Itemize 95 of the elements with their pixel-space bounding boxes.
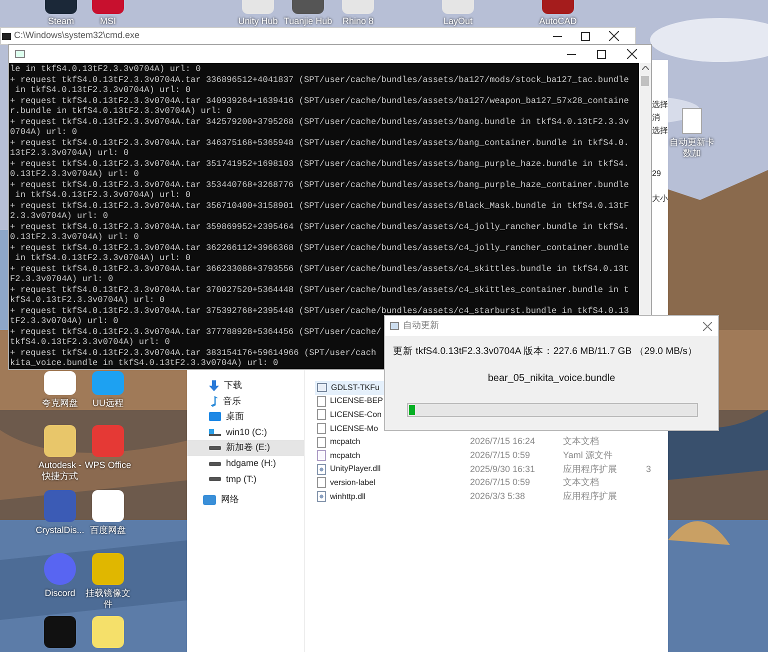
- console-line: tkfS4.0.13tF2.3.3v0704A) url: 0: [10, 337, 170, 348]
- file-row[interactable]: mcpatch 2026/7/15 16:24 文本文档: [315, 435, 668, 449]
- document-icon: [317, 436, 326, 448]
- desktop-icon-label[interactable]: 夸克网盘: [35, 398, 85, 409]
- date-cell-text: 2026/7/15 0:59: [470, 449, 532, 462]
- console-line: F2.3.3v0704A) url: 0: [10, 274, 114, 284]
- type-cell-text: Yaml 源文件: [563, 449, 614, 462]
- console-line: in tkfS4.0.13tF2.3.3v0704A) url: 0: [14, 190, 190, 200]
- console-line: kfS4.0.13tF2.3.3v0704A) url: 0: [10, 295, 165, 306]
- desktop-icon-label[interactable]: CrystalDis...: [35, 525, 85, 536]
- console-line: + request tkfS4.0.13tF2.3.3v0704A.tar 353440768+3268776 (SPT/user/cache/bundles/assets/bang_purple_haze_container.bundle: [10, 180, 629, 190]
- console-line: + request tkfS4.0.13tF2.3.3v0704A.tar 383154176+59614966 (SPT/user/cach: [10, 348, 376, 358]
- console-line: le in tkfS4.0.13tF2.3.3v0704A) url: 0: [10, 64, 201, 74]
- ribbon-label[interactable]: 消: [652, 113, 660, 123]
- close-icon[interactable]: [627, 49, 637, 59]
- terminal-icon: [15, 50, 25, 58]
- console-line: + request tkfS4.0.13tF2.3.3v0704A.tar 362266112+3966368 (SPT/user/cache/bundles/assets/c4_jolly_rancher_container.bundle: [10, 242, 629, 253]
- desktop-icon-label[interactable]: UU远程: [83, 398, 133, 409]
- type-cell-text: 应用程序扩展: [563, 462, 618, 476]
- file-row[interactable]: winhttp.dll 2026/3/3 5:38 应用程序扩展: [315, 490, 668, 504]
- type-cell-text: 文本文档: [563, 476, 600, 490]
- scroll-up-icon[interactable]: [642, 66, 648, 70]
- console-line: + request tkfS4.0.13tF2.3.3v0704A.tar 340939264+1639416 (SPT/user/cache/bundles/assets/ba127/weapon_ba127_57x28_containe: [10, 96, 629, 106]
- app-icon[interactable]: [44, 371, 76, 395]
- nav-item[interactable]: 新加卷 (E:): [187, 440, 304, 456]
- document-icon: [317, 423, 326, 434]
- file-row[interactable]: version-label 2026/7/15 0:59 文本文档: [315, 476, 668, 490]
- date-cell-text: 2025/9/30 16:31: [470, 462, 536, 476]
- console-line: + request tkfS4.0.13tF2.3.3v0704A.tar 366233088+3793556 (SPT/user/cache/bundles/assets/c4_skittles.bundle in tkfS4.0.13t: [10, 264, 629, 274]
- nav-item[interactable]: 网络: [187, 492, 304, 508]
- terminal-icon: [2, 32, 11, 40]
- document-icon: [317, 396, 326, 407]
- console-line: 2.3.3v0704A) url: 0: [10, 211, 108, 222]
- console-line: + request tkfS4.0.13tF2.3.3v0704A.tar 370027520+5364448 (SPT/user/cache/bundles/assets/c4_skittles_container.bundle in t: [10, 284, 629, 295]
- gear-file-icon: [317, 491, 326, 502]
- desktop-icon-label[interactable]: 挂载镜像文件: [83, 588, 133, 610]
- app-icon[interactable]: [92, 490, 124, 522]
- window-title: C:\Windows\system32\cmd.exe: [14, 29, 140, 42]
- nav-item[interactable]: tmp (T:): [187, 472, 304, 488]
- console-line: kita_voice.bundle in tkfS4.0.13tF2.3.3v0704A) url: 0: [10, 358, 278, 368]
- console-line: + request tkfS4.0.13tF2.3.3v0704A.tar 342579200+3795268 (SPT/user/cache/bundles/assets/bang.bundle in tkfS4.0.13tF2.3.3v: [10, 116, 629, 127]
- date-cell-text: 2026/7/15 0:59: [470, 476, 532, 490]
- app-icon[interactable]: [44, 616, 76, 648]
- ribbon-label[interactable]: 29: [652, 169, 661, 179]
- console-line: + request tkfS4.0.13tF2.3.3v0704A.tar 351741952+1698103 (SPT/user/cache/bundles/assets/bang_purple_haze.bundle in tkfS4.: [10, 158, 629, 169]
- console-line: in tkfS4.0.13tF2.3.3v0704A) url: 0: [14, 85, 190, 96]
- app-icon: [390, 322, 399, 330]
- desktop-icon-label[interactable]: Discord: [35, 588, 85, 599]
- network-icon: [203, 494, 216, 505]
- console-line: + request tkfS4.0.13tF2.3.3v0704A.tar 377788928+5364456 (SPT/user/cache/: [10, 326, 382, 337]
- console-line: 0704A) url: 0: [10, 127, 78, 138]
- console-line: 0.13tF2.3.3v0704A) url: 0: [10, 169, 139, 180]
- console-line: + request tkfS4.0.13tF2.3.3v0704A.tar 336896512+4041837 (SPT/user/cache/bundles/assets/ba127/mods/stock_ba127_tac.bundle: [10, 74, 629, 85]
- progress-status: 更新 tkfS4.0.13tF2.3.3v0704A 版本：227.6 MB/11.7 GB （29.0 MB/s）: [393, 345, 698, 358]
- console-line: r.bundle in tkfS4.0.13tF2.3.3v0704A) url: 0: [10, 106, 232, 116]
- ribbon-label[interactable]: 大小: [652, 194, 668, 204]
- nav-item[interactable]: 下载: [187, 378, 304, 394]
- type-cell-text: 应用程序扩展: [563, 490, 618, 503]
- console-line: tF2.3.3v0704A) url: 0: [10, 316, 118, 326]
- console-line: + request tkfS4.0.13tF2.3.3v0704A.tar 375392768+2395448 (SPT/user/cache/bundles/assets/c4_starburst.bundle in tkfS4.0.13: [10, 306, 629, 316]
- console-line: + request tkfS4.0.13tF2.3.3v0704A.tar 356710400+3158901 (SPT/user/cache/bundles/assets/Black_Mask.bundle in tkfS4.0.13tF: [10, 200, 629, 211]
- desktop-icon-label[interactable]: WPS Office: [83, 460, 133, 471]
- console-line: + request tkfS4.0.13tF2.3.3v0704A.tar 359869952+2395464 (SPT/user/cache/bundles/assets/c4_jolly_rancher.bundle in tkfS4.: [10, 222, 629, 232]
- date-cell-text: 2026/3/3 5:38: [470, 490, 526, 503]
- drive-icon: [209, 462, 221, 466]
- file-name: bear_05_nikita_voice.bundle: [488, 372, 616, 386]
- console-line: 13tF2.3.3v0704A) url: 0: [10, 148, 129, 158]
- desktop-icon-label[interactable]: Autodesk - 快捷方式: [35, 460, 85, 482]
- type-cell-text: 文本文档: [563, 435, 600, 448]
- dialog-title: 自动更新: [403, 319, 439, 332]
- file-row[interactable]: mcpatch 2026/7/15 0:59 Yaml 源文件: [315, 448, 668, 463]
- monitor-icon: [209, 412, 221, 422]
- nav-item[interactable]: 桌面: [187, 409, 304, 425]
- ribbon-label[interactable]: 选择: [652, 126, 668, 136]
- console-line: in tkfS4.0.13tF2.3.3v0704A) url: 0: [14, 253, 190, 264]
- nav-item[interactable]: 音乐: [187, 394, 304, 410]
- gear-file-icon: [317, 464, 326, 475]
- drive-icon: [209, 446, 221, 450]
- document-icon: [317, 450, 326, 462]
- nav-item[interactable]: hdgame (H:): [187, 456, 304, 472]
- nav-item[interactable]: win10 (C:): [187, 424, 304, 440]
- document-icon[interactable]: [682, 108, 702, 134]
- file-row[interactable]: UnityPlayer.dll 2025/9/30 16:31 应用程序扩展 3: [315, 462, 668, 476]
- date-cell-text: 2026/7/15 16:24: [470, 435, 536, 448]
- close-icon[interactable]: [609, 31, 619, 41]
- desktop-icon-label[interactable]: 百度网盘: [83, 525, 133, 536]
- document-icon: [317, 477, 326, 488]
- console-line: 0.13tF2.3.3v0704A) url: 0: [10, 232, 139, 242]
- ribbon-label[interactable]: 选择: [652, 100, 668, 110]
- document-icon: [317, 409, 326, 420]
- file-row[interactable]: LICENSE-Con: [315, 408, 668, 422]
- console-line: + request tkfS4.0.13tF2.3.3v0704A.tar 346375168+5365948 (SPT/user/cache/bundles/assets/bang_container.bundle in tkfS4.0.: [10, 138, 629, 148]
- drive-icon: [209, 477, 221, 482]
- size-cell-text: 3: [646, 462, 652, 476]
- scrollbar-thumb[interactable]: [641, 76, 649, 86]
